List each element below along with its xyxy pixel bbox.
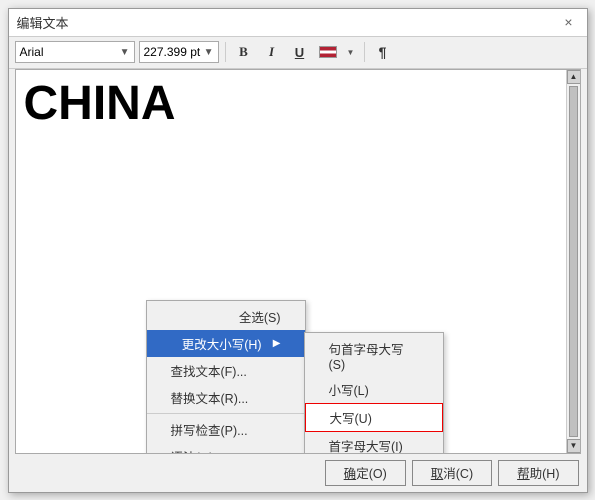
help-label: 帮助(H) [517,463,559,482]
font-size-select[interactable]: 227.399 pt ▼ [139,41,219,63]
toolbar-separator-1 [225,42,226,62]
flag-dropdown-button[interactable]: ▼ [344,41,358,63]
ok-button[interactable]: 确定(O) [325,460,406,486]
font-name-label: Arial [20,45,44,59]
bold-button[interactable]: B [232,41,256,63]
menu-label-grammar: 语法(G)... [171,447,224,454]
menu-item-spell-check[interactable]: 拼写检查(P)... [147,416,305,443]
title-bar: 编辑文本 × [9,9,587,37]
toolbar-separator-2 [364,42,365,62]
font-name-select[interactable]: Arial ▼ [15,41,135,63]
flag-icon [319,46,337,58]
submenu-item-title-case[interactable]: 首字母大写(I) [305,432,443,454]
menu-label-find-text: 查找文本(F)... [171,361,247,380]
close-button[interactable]: × [559,12,579,32]
submenu-label-lowercase: 小写(L) [329,380,369,399]
menu-item-select-all[interactable]: 全选(S) [147,303,305,330]
help-button[interactable]: 帮助(H) [498,460,578,486]
submenu-label-sentence-case: 句首字母大写(S) [329,339,419,372]
bottom-bar: 确定(O) 取消(C) 帮助(H) [9,454,587,492]
scroll-up-button[interactable]: ▲ [567,70,581,84]
menu-item-grammar[interactable]: 语法(G)... [147,443,305,454]
submenu-item-lowercase[interactable]: 小写(L) [305,376,443,403]
vertical-scrollbar[interactable]: ▲ ▼ [566,70,580,453]
submenu-label-uppercase: 大写(U) [330,408,372,427]
toolbar: Arial ▼ 227.399 pt ▼ B I U ▼ ¶ [9,37,587,69]
font-name-arrow: ▼ [120,47,130,58]
font-size-label: 227.399 pt [144,45,201,59]
flag-button[interactable] [316,41,340,63]
font-size-arrow: ▼ [204,47,214,58]
italic-button[interactable]: I [260,41,284,63]
menu-separator-1 [147,413,305,414]
menu-label-select-all: 全选(S) [239,307,281,326]
menu-item-find-text[interactable]: 查找文本(F)... [147,357,305,384]
menu-item-replace-text[interactable]: 替换文本(R)... [147,384,305,411]
submenu-change-case: 句首字母大写(S) 小写(L) 大写(U) 首字母大写(I) 大小写转换(G) [304,332,444,454]
submenu-arrow-change-case: ▶ [273,338,281,349]
text-area[interactable]: CHINA ▲ ▼ 全选(S) 更改大小写(H) ▶ 查找文本(F)... [15,69,581,454]
submenu-item-uppercase[interactable]: 大写(U) [305,403,443,432]
menu-label-spell-check: 拼写检查(P)... [171,420,248,439]
paragraph-button[interactable]: ¶ [371,41,395,63]
submenu-label-title-case: 首字母大写(I) [329,436,403,454]
dialog-title: 编辑文本 [17,13,69,32]
underline-button[interactable]: U [288,41,312,63]
cancel-label: 取消(C) [431,463,473,482]
menu-item-change-case[interactable]: 更改大小写(H) ▶ [147,330,305,357]
cancel-button[interactable]: 取消(C) [412,460,492,486]
scroll-down-button[interactable]: ▼ [567,439,581,453]
submenu-item-sentence-case[interactable]: 句首字母大写(S) [305,335,443,376]
text-display: CHINA [16,70,580,139]
context-menu: 全选(S) 更改大小写(H) ▶ 查找文本(F)... 替换文本(R)... 拼… [146,300,306,454]
ok-label: 确定(O) [344,463,387,482]
scroll-thumb[interactable] [569,86,578,437]
menu-label-change-case: 更改大小写(H) [182,334,262,353]
edit-text-dialog: 编辑文本 × Arial ▼ 227.399 pt ▼ B I U ▼ ¶ CH… [8,8,588,493]
menu-label-replace-text: 替换文本(R)... [171,388,249,407]
